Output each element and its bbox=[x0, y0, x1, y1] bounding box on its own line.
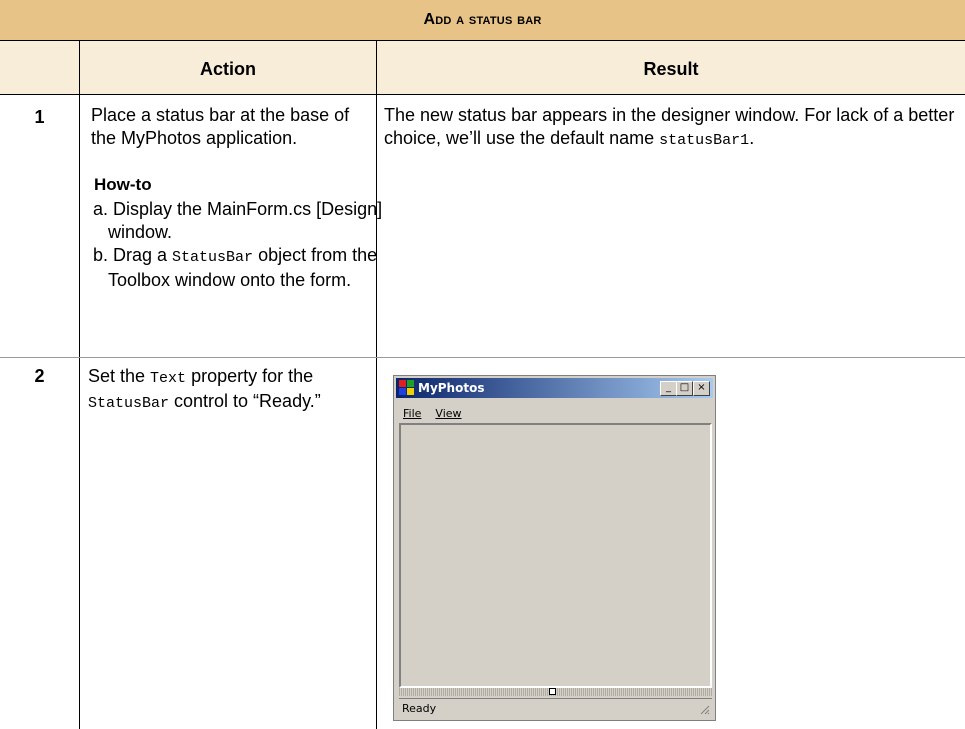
table-header-row: Action Result bbox=[0, 41, 965, 95]
howto-step-b: b. Drag a StatusBar object from the Tool… bbox=[93, 244, 383, 292]
window-menu-bar: File View bbox=[403, 407, 476, 420]
result-end: . bbox=[749, 128, 755, 148]
column-divider bbox=[376, 41, 377, 95]
step-b-prefix: b. Drag a bbox=[93, 245, 173, 265]
column-divider bbox=[79, 41, 80, 95]
maximize-icon: □ bbox=[676, 381, 693, 396]
row-divider bbox=[0, 357, 965, 358]
window-title-bar: MyPhotos _ □ × bbox=[396, 378, 713, 398]
close-icon: × bbox=[693, 381, 710, 396]
table-title: Add a status bar bbox=[423, 11, 542, 28]
status-bar-text: Ready bbox=[402, 702, 437, 715]
size-grip-icon bbox=[700, 705, 710, 715]
header-result: Result bbox=[643, 59, 699, 79]
result-code: statusBar1 bbox=[659, 132, 750, 149]
action-code-statusbar: StatusBar bbox=[88, 395, 170, 412]
form-client-area bbox=[399, 423, 712, 688]
step-a-prefix: a. bbox=[93, 199, 114, 219]
howto-step-a: a. Display the MainForm.cs [Design] wind… bbox=[93, 198, 383, 244]
menu-file: File bbox=[403, 407, 422, 420]
action-code-text: Text bbox=[150, 370, 187, 387]
minimize-icon: _ bbox=[660, 381, 677, 396]
step-1-action: Place a status bar at the base of the My… bbox=[91, 105, 350, 148]
step-a-text: Display the MainForm.cs [Design] window. bbox=[108, 199, 383, 242]
status-bar: Ready bbox=[399, 698, 712, 717]
menu-view: View bbox=[435, 407, 462, 420]
table-title-bar: Add a status bar bbox=[0, 0, 965, 41]
step-number-2: 2 bbox=[34, 366, 45, 386]
step-number-1: 1 bbox=[34, 107, 45, 127]
action-suffix: control to “Ready.” bbox=[169, 391, 321, 411]
step-b-code: StatusBar bbox=[172, 249, 254, 266]
action-mid: property for the bbox=[186, 366, 314, 386]
step-2-action: Set the Text property for the StatusBar … bbox=[88, 365, 370, 415]
app-icon bbox=[399, 380, 414, 395]
column-divider bbox=[79, 95, 80, 729]
howto-label: How-to bbox=[94, 175, 152, 194]
step-1-result: The new status bar appears in the design… bbox=[384, 104, 962, 152]
column-divider bbox=[376, 95, 377, 729]
selection-handle-icon bbox=[549, 688, 556, 695]
header-action: Action bbox=[200, 59, 256, 79]
window-title: MyPhotos bbox=[418, 381, 485, 395]
action-prefix: Set the bbox=[88, 366, 151, 386]
myphotos-window-screenshot: MyPhotos _ □ × File View Ready bbox=[393, 375, 716, 721]
